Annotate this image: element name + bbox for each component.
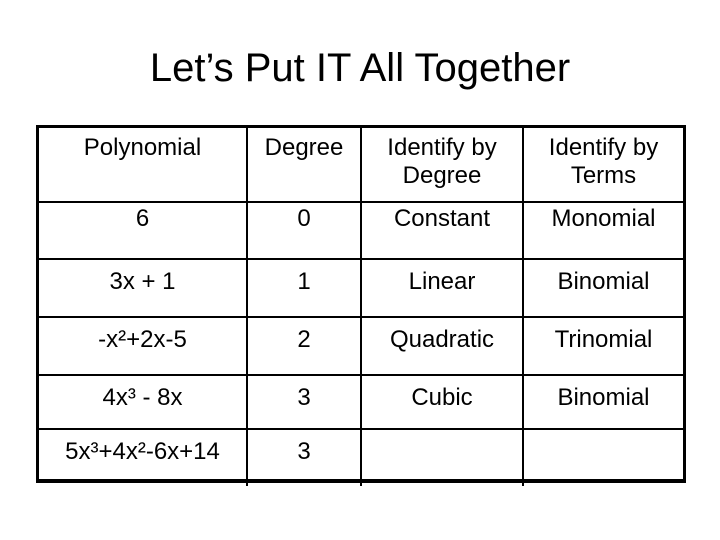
cell-identify-by-terms: Monomial <box>522 201 683 260</box>
header-degree-label: Degree <box>264 134 344 161</box>
cell-degree: 1 <box>246 258 362 318</box>
cell-identify-by-degree: Linear <box>360 258 524 318</box>
cell-identify-by-degree: Cubic <box>360 374 524 430</box>
header-polynomial: Polynomial <box>39 128 248 203</box>
cell-degree: 3 <box>246 374 362 430</box>
cell-degree: 2 <box>246 316 362 376</box>
cell-identify-by-degree: Constant <box>360 201 524 260</box>
cell-identify-by-degree: Quadratic <box>360 316 524 376</box>
table-row: 5x³+4x²-6x+14 3 <box>39 428 683 486</box>
header-identify-by-degree: Identify by Degree <box>360 128 524 203</box>
cell-identify-by-terms: Binomial <box>522 258 683 318</box>
header-degree: Degree <box>246 128 362 203</box>
cell-identify-by-terms: Binomial <box>522 374 683 430</box>
cell-polynomial: 4x³ - 8x <box>39 374 248 430</box>
cell-degree: 3 <box>246 428 362 486</box>
header-identify-by-terms-line-1: Identify by <box>548 134 659 161</box>
header-identify-by-terms-line-2: Terms <box>570 162 637 189</box>
cell-polynomial: -x²+2x-5 <box>39 316 248 376</box>
header-identify-by-degree-line-1: Identify by <box>387 134 497 161</box>
polynomial-table: Polynomial Degree Identify by Degree Ide… <box>39 128 683 486</box>
table-header-row: Polynomial Degree Identify by Degree Ide… <box>39 128 683 203</box>
table-row: -x²+2x-5 2 Quadratic Trinomial <box>39 316 683 376</box>
table-row: 6 0 Constant Monomial <box>39 201 683 260</box>
cell-identify-by-degree <box>360 428 524 486</box>
cell-identify-by-terms: Trinomial <box>522 316 683 376</box>
slide-title: Let’s Put IT All Together <box>149 46 571 90</box>
header-identify-by-degree-line-2: Degree <box>402 162 482 189</box>
polynomial-table-container: Polynomial Degree Identify by Degree Ide… <box>36 125 686 486</box>
cell-degree: 0 <box>246 201 362 260</box>
table-row: 3x + 1 1 Linear Binomial <box>39 258 683 318</box>
header-polynomial-label: Polynomial <box>83 134 202 161</box>
cell-polynomial: 3x + 1 <box>39 258 248 318</box>
cell-polynomial: 5x³+4x²-6x+14 <box>39 428 248 486</box>
header-identify-by-terms: Identify by Terms <box>522 128 683 203</box>
cell-polynomial: 6 <box>39 201 248 260</box>
cell-identify-by-terms <box>522 428 683 486</box>
table-row: 4x³ - 8x 3 Cubic Binomial <box>39 374 683 430</box>
